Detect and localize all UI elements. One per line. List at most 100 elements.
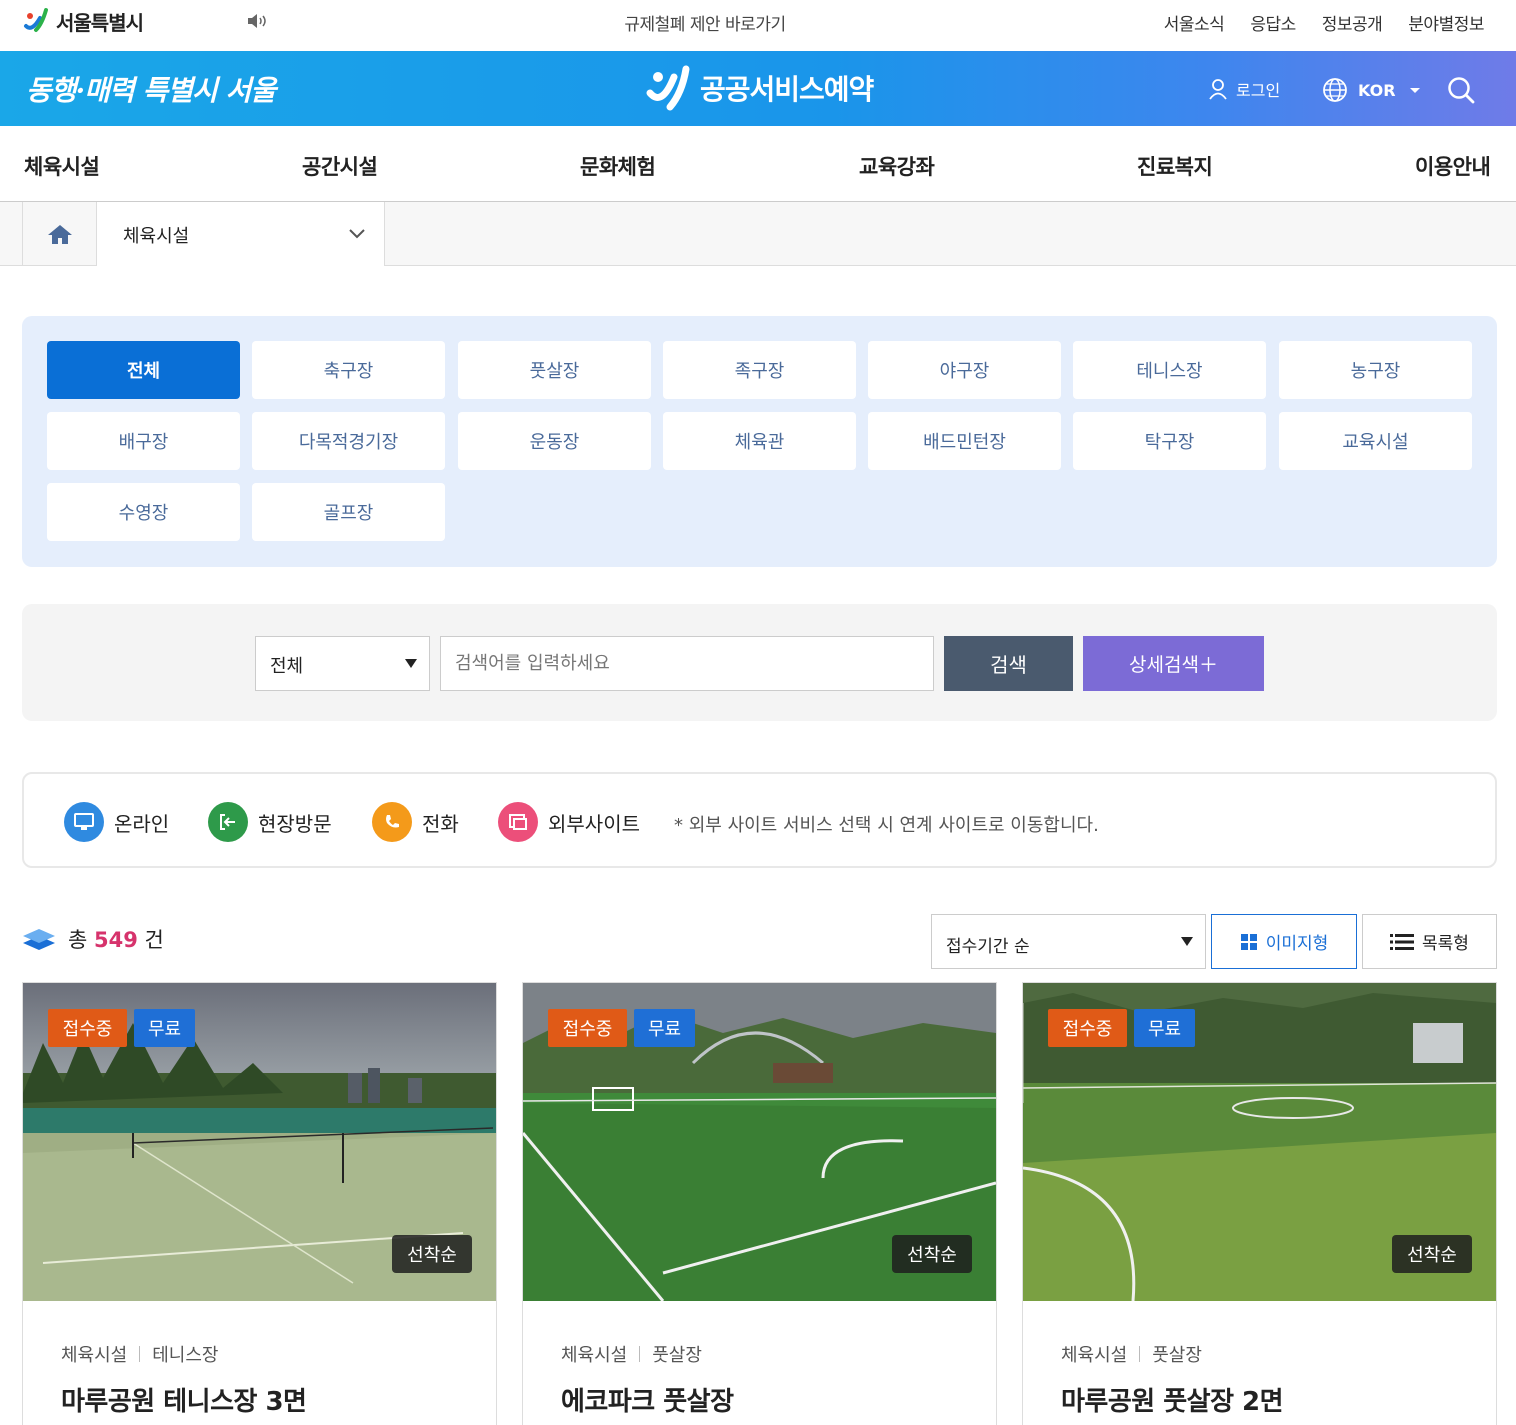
category-gym[interactable]: 체육관 <box>663 412 856 470</box>
legend-online-label: 온라인 <box>114 811 170 836</box>
category-badminton[interactable]: 배드민턴장 <box>868 412 1061 470</box>
category-baseball[interactable]: 야구장 <box>868 341 1061 399</box>
language-label: KOR <box>1358 80 1396 100</box>
layers-icon <box>23 929 55 950</box>
phone-icon <box>372 802 412 842</box>
dropdown-triangle-icon <box>1181 937 1193 946</box>
breadcrumb: 체육시설 <box>0 202 1516 266</box>
legend-phone: 전화 <box>372 802 459 842</box>
card-title[interactable]: 에코파크 풋살장 <box>561 1381 734 1418</box>
list-icon <box>1390 933 1415 950</box>
status-badge: 접수중 <box>548 1009 627 1047</box>
top-link-field[interactable]: 분야별정보 <box>1408 10 1484 35</box>
nav-sports[interactable]: 체육시설 <box>24 151 100 181</box>
status-badge: 접수중 <box>48 1009 127 1047</box>
grid-icon <box>1240 933 1257 950</box>
card-title[interactable]: 마루공원 풋살장 2면 <box>1061 1381 1284 1418</box>
method-badge: 선착순 <box>892 1235 972 1273</box>
nav-guide[interactable]: 이용안내 <box>1415 151 1491 181</box>
legend-visit-label: 현장방문 <box>258 811 332 836</box>
nav-space[interactable]: 공간시설 <box>302 151 378 181</box>
card-categories: 체육시설 풋살장 <box>561 1341 702 1367</box>
divider <box>139 1346 141 1362</box>
top-link-info[interactable]: 정보공개 <box>1322 10 1383 35</box>
category-playground[interactable]: 운동장 <box>458 412 651 470</box>
main-nav: 체육시설 공간시설 문화체험 교육강좌 진료복지 이용안내 <box>0 126 1516 202</box>
facility-card[interactable]: 접수중 무료 선착순 체육시설 풋살장 에코파크 풋살장 <box>522 982 997 1425</box>
enter-icon <box>208 802 248 842</box>
card-category: 체육시설 <box>61 1345 128 1366</box>
category-golf[interactable]: 골프장 <box>252 483 445 541</box>
legend-phone-label: 전화 <box>422 811 459 836</box>
card-category: 체육시설 <box>1061 1345 1128 1366</box>
dropdown-triangle-icon <box>405 659 417 668</box>
category-all[interactable]: 전체 <box>47 341 240 399</box>
card-subcategory: 풋살장 <box>1152 1345 1202 1366</box>
nav-welfare[interactable]: 진료복지 <box>1137 151 1213 181</box>
category-basketball[interactable]: 농구장 <box>1279 341 1472 399</box>
top-link-response[interactable]: 응답소 <box>1250 10 1296 35</box>
view-list-button[interactable]: 목록형 <box>1362 914 1497 969</box>
result-total: 총 549 건 <box>22 924 164 954</box>
search-button[interactable]: 검색 <box>944 636 1073 691</box>
method-badge: 선착순 <box>392 1235 472 1273</box>
method-badge: 선착순 <box>1392 1235 1472 1273</box>
legend-external: 외부사이트 <box>498 802 640 842</box>
category-tennis[interactable]: 테니스장 <box>1073 341 1266 399</box>
card-categories: 체육시설 테니스장 <box>61 1341 219 1367</box>
divider <box>639 1346 641 1362</box>
category-tabletennis[interactable]: 탁구장 <box>1073 412 1266 470</box>
category-soccer[interactable]: 축구장 <box>252 341 445 399</box>
search-input[interactable] <box>440 636 934 691</box>
breadcrumb-select[interactable]: 체육시설 <box>97 202 385 266</box>
category-panel: 전체 축구장 풋살장 족구장 야구장 테니스장 농구장 배구장 다목적경기장 운… <box>22 316 1497 567</box>
view-image-label: 이미지형 <box>1265 934 1329 954</box>
globe-icon <box>1323 78 1347 102</box>
monitor-icon <box>64 802 104 842</box>
user-icon <box>1209 79 1227 100</box>
card-title[interactable]: 마루공원 테니스장 3면 <box>61 1381 307 1418</box>
category-swimming[interactable]: 수영장 <box>47 483 240 541</box>
brand-logo[interactable]: 공공서비스예약 <box>646 63 874 113</box>
view-image-button[interactable]: 이미지형 <box>1211 914 1357 969</box>
fee-badge: 무료 <box>634 1009 695 1047</box>
utility-bar: 서울특별시 규제철폐 제안 바로가기 서울소식 응답소 정보공개 분야별정보 <box>0 0 1516 51</box>
category-futsal[interactable]: 풋살장 <box>458 341 651 399</box>
nav-education[interactable]: 교육강좌 <box>859 151 935 181</box>
search-icon[interactable] <box>1446 75 1476 105</box>
result-prefix: 총 <box>68 928 88 952</box>
divider <box>1139 1346 1141 1362</box>
sort-select[interactable]: 접수기간 순 <box>931 914 1206 969</box>
status-badge: 접수중 <box>1048 1009 1127 1047</box>
card-subcategory: 테니스장 <box>152 1345 219 1366</box>
language-select[interactable]: KOR <box>1322 77 1420 103</box>
login-button[interactable]: 로그인 <box>1208 77 1280 101</box>
category-multipurpose[interactable]: 다목적경기장 <box>252 412 445 470</box>
view-list-label: 목록형 <box>1422 934 1469 954</box>
category-volleyball[interactable]: 배구장 <box>47 412 240 470</box>
legend-note: * 외부 사이트 서비스 선택 시 연계 사이트로 이동합니다. <box>674 815 1099 836</box>
breadcrumb-home[interactable] <box>22 202 97 266</box>
legend-external-label: 외부사이트 <box>548 811 640 836</box>
card-subcategory: 풋살장 <box>652 1345 702 1366</box>
reservation-method-legend: 온라인 현장방문 전화 외부사이트 * 외부 사이트 서비스 선택 시 연계 사… <box>22 772 1497 868</box>
site-header: 동행·매력 특별시 서울 공공서비스예약 로그인 KOR <box>0 51 1516 126</box>
fee-badge: 무료 <box>1134 1009 1195 1047</box>
facility-card[interactable]: 접수중 무료 선착순 체육시설 풋살장 마루공원 풋살장 2면 <box>1022 982 1497 1425</box>
chevron-down-icon <box>349 229 365 239</box>
category-education[interactable]: 교육시설 <box>1279 412 1472 470</box>
card-category: 체육시설 <box>561 1345 628 1366</box>
category-jokgu[interactable]: 족구장 <box>663 341 856 399</box>
legend-online: 온라인 <box>64 802 169 842</box>
result-count: 549 <box>94 928 138 952</box>
breadcrumb-current: 체육시설 <box>123 226 190 247</box>
top-link-news[interactable]: 서울소식 <box>1164 10 1225 35</box>
search-scope-select[interactable]: 전체 <box>255 636 430 691</box>
nav-culture[interactable]: 문화체험 <box>580 151 656 181</box>
caret-down-icon <box>1409 87 1420 93</box>
login-label: 로그인 <box>1236 81 1281 100</box>
detail-search-button[interactable]: 상세검색＋ <box>1083 636 1264 691</box>
search-scope-value: 전체 <box>270 656 304 677</box>
facility-card[interactable]: 접수중 무료 선착순 체육시설 테니스장 마루공원 테니스장 3면 <box>22 982 497 1425</box>
brand-mark-icon <box>646 65 690 111</box>
